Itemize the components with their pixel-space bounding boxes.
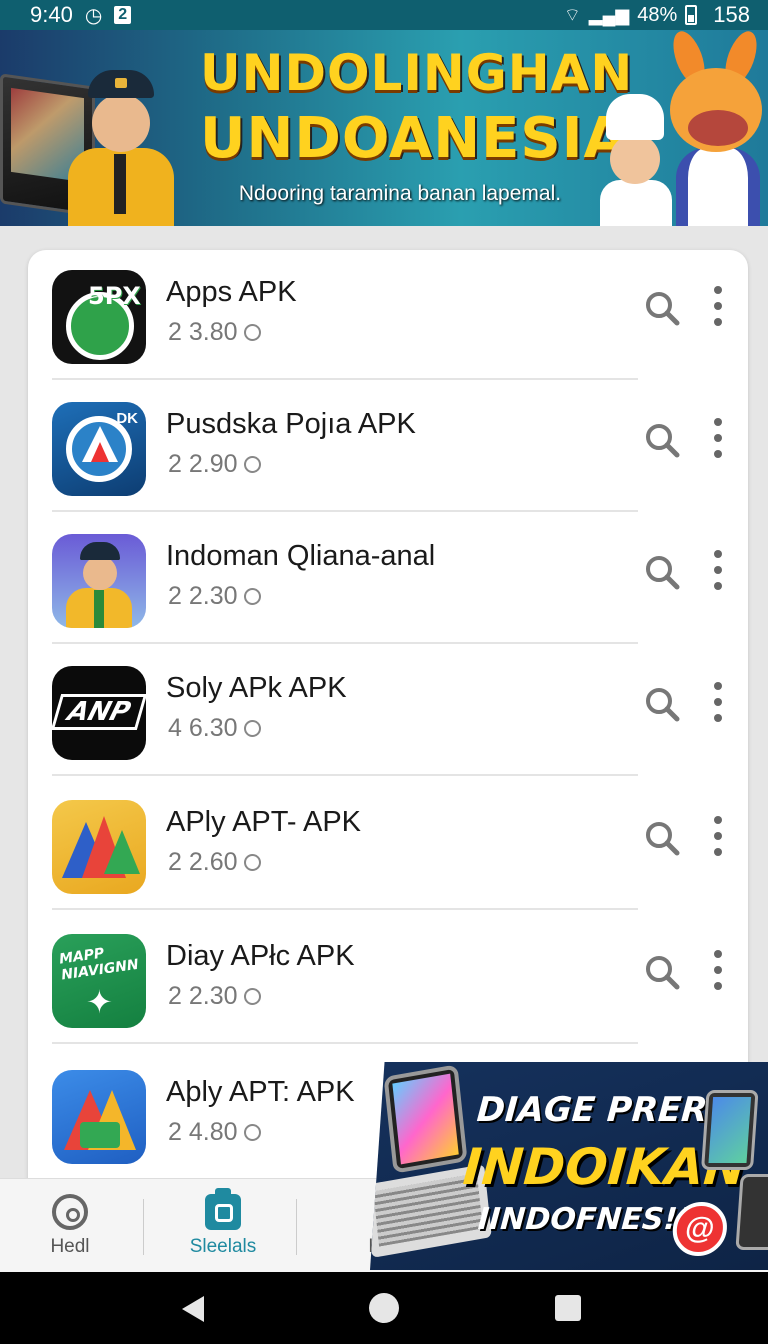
status-time: 9:40	[30, 2, 73, 27]
app-list-item[interactable]: APly APT- APK 2 2.60	[52, 780, 722, 912]
app-list-item[interactable]: 5PX Apps APK 2 3.80	[52, 250, 722, 382]
app-meta: 2 4.80	[168, 1118, 261, 1147]
app-meta: 2 2.30	[168, 982, 261, 1011]
more-options-icon[interactable]	[708, 682, 728, 722]
divider	[52, 1042, 638, 1044]
wifi-icon: ⌔	[563, 4, 581, 25]
more-options-icon[interactable]	[708, 816, 728, 856]
ad-line1: DIAGE PRER	[475, 1090, 709, 1130]
green-phone-app-icon: 5PX	[52, 270, 146, 364]
officer-illustration	[50, 70, 190, 226]
nav-label: Sleelals	[189, 1236, 257, 1257]
more-options-icon[interactable]	[708, 950, 728, 990]
nav-divider	[143, 1199, 144, 1255]
anp-app-icon: ANP	[52, 666, 146, 760]
app-list-item[interactable]: DK Pusdska Pojıa APK 2 2.90	[52, 382, 722, 514]
more-options-icon[interactable]	[708, 550, 728, 590]
divider	[52, 510, 638, 512]
nav-label: Hedl	[50, 1236, 90, 1257]
officer-app-icon	[52, 534, 146, 628]
phone-illustration	[700, 1090, 759, 1170]
app-name: Indoman Qliana-anal	[166, 540, 436, 572]
ad-line2: INDOIKAN	[461, 1138, 748, 1196]
clock-icon	[243, 456, 261, 473]
app-name: Diay APłc APK	[166, 940, 355, 972]
divider	[52, 378, 638, 380]
promo-banner[interactable]: UNDOLINGHAN UNDOANESIA Ndooring taramina…	[0, 30, 768, 226]
divider	[52, 774, 638, 776]
notification-badge: 2	[114, 6, 132, 24]
map-navigation-app-icon: MAPP NIAVIGNN ✦	[52, 934, 146, 1028]
divider	[52, 908, 638, 910]
banner-title-line1: UNDOLINGHAN	[200, 44, 634, 102]
home-button-icon[interactable]	[344, 1272, 424, 1344]
app-name: Soly APk APK	[166, 672, 347, 704]
app-name: APly APT- APK	[166, 806, 362, 838]
clock-icon	[243, 988, 261, 1005]
clock-icon	[243, 324, 261, 341]
battery-percent: 48%	[637, 3, 678, 26]
battery-icon	[685, 5, 698, 25]
home-icon	[52, 1194, 88, 1230]
app-list-item[interactable]: Indoman Qliana-anal 2 2.30	[52, 514, 722, 646]
system-navigation-bar	[0, 1272, 768, 1344]
signal-icon: ▂▄▆	[588, 4, 630, 25]
recent-apps-icon[interactable]	[528, 1272, 608, 1344]
search-icon[interactable]	[642, 818, 682, 858]
app-name: Aþly APT: APK	[166, 1076, 355, 1108]
status-extra-value: 158	[713, 2, 750, 27]
back-icon[interactable]	[154, 1272, 234, 1344]
app-meta: 4 6.30	[168, 714, 261, 743]
more-options-icon[interactable]	[708, 286, 728, 326]
more-options-icon[interactable]	[708, 418, 728, 458]
bunny-mascot-illustration	[664, 30, 768, 226]
search-icon[interactable]	[642, 952, 682, 992]
search-icon[interactable]	[642, 288, 682, 328]
nav-item-camera[interactable]: Sleelals	[153, 1179, 293, 1273]
app-meta: 2 3.80	[168, 318, 261, 347]
clock-icon	[243, 1124, 261, 1141]
app-meta: 2 2.90	[168, 450, 261, 479]
banner-subtitle: Ndooring taramina banan lapemal.	[238, 182, 562, 205]
nav-item-home[interactable]: Hedl	[0, 1179, 140, 1273]
app-list-item[interactable]: ANP Soly APk APK 4 6.30	[52, 646, 722, 778]
app-meta: 2 2.60	[168, 848, 261, 877]
status-bar: 9:40 ◷ 2 ⌔ ▂▄▆ 48% 158	[0, 0, 768, 30]
clock-icon	[243, 588, 261, 605]
app-meta: 2 2.30	[168, 582, 261, 611]
app-name: Pusdska Pojıa APK	[166, 408, 416, 440]
blue-a-app-icon: DK	[52, 402, 146, 496]
search-icon[interactable]	[642, 420, 682, 460]
tablet-illustration	[383, 1064, 468, 1174]
clock-icon	[243, 720, 261, 737]
clock-icon	[243, 854, 261, 871]
search-icon[interactable]	[642, 684, 682, 724]
search-icon[interactable]	[642, 552, 682, 592]
camera-icon	[205, 1188, 241, 1230]
app-name: Apps APK	[166, 276, 297, 308]
tri-color-a-app-icon	[52, 1070, 146, 1164]
timer-icon: ◷	[84, 4, 103, 27]
divider	[52, 642, 638, 644]
nav-divider	[296, 1199, 297, 1255]
phone-illustration	[735, 1174, 768, 1250]
ad-overlay[interactable]: DIAGE PRER INDOIKAN IINDOFNES!! @	[370, 1062, 768, 1270]
app-list-item[interactable]: MAPP NIAVIGNN ✦ Diay APłc APK 2 2.30	[52, 914, 722, 1046]
banner-title-line2: UNDOANESIA	[200, 106, 628, 171]
colorful-a-app-icon	[52, 800, 146, 894]
